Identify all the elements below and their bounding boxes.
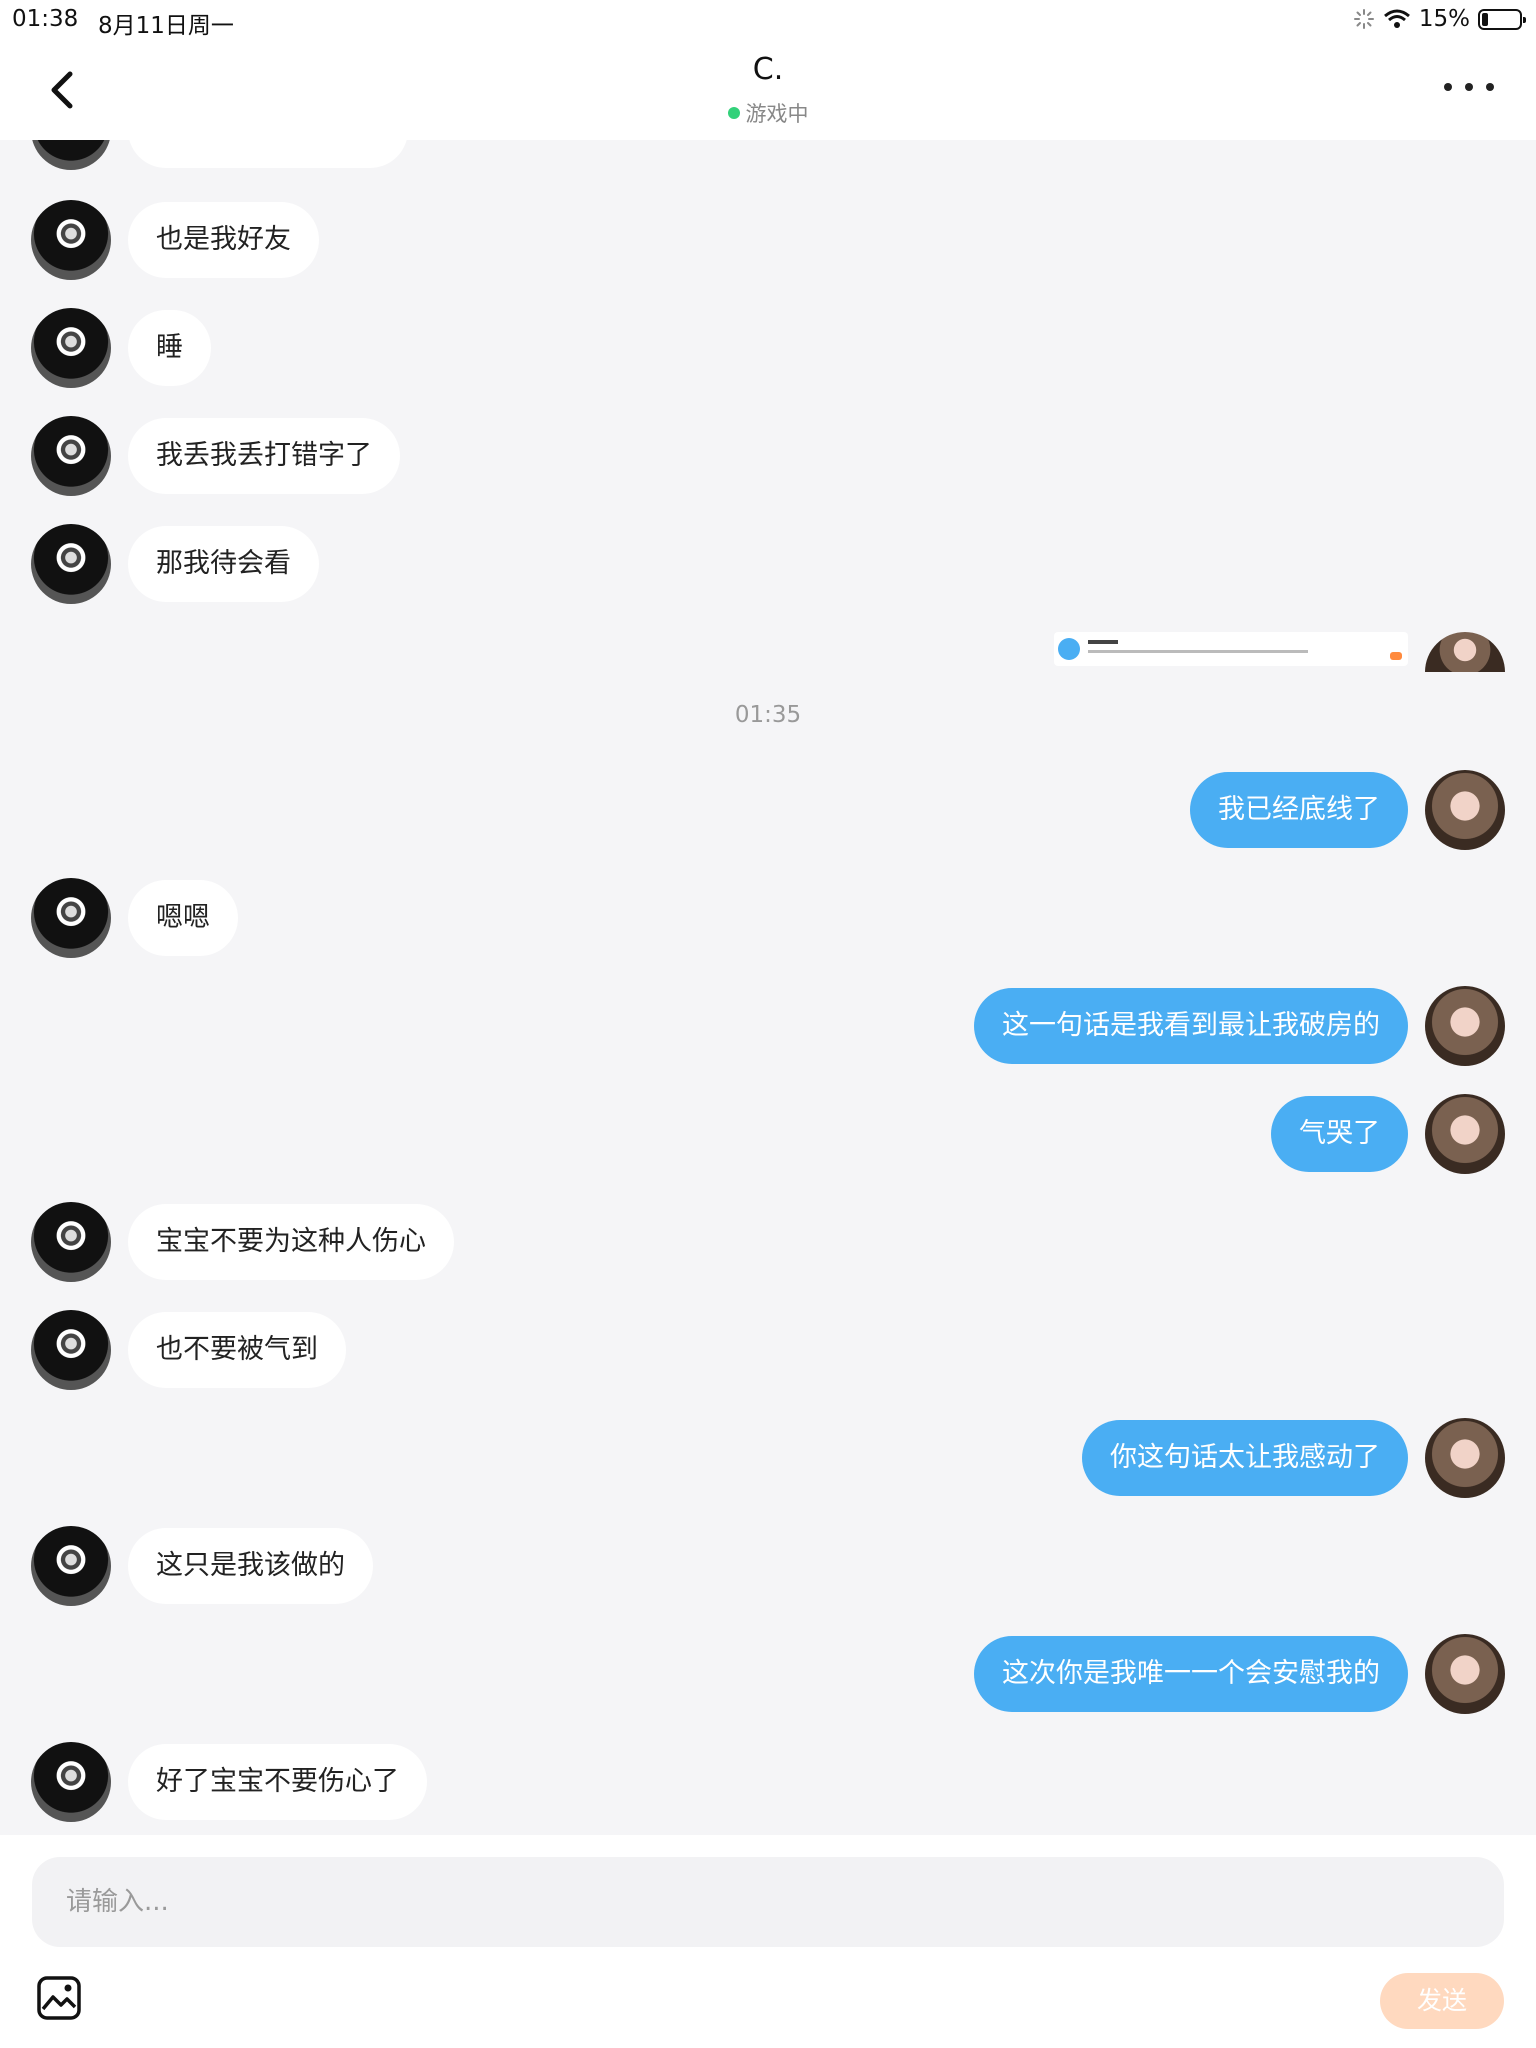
message-row-outgoing: 你这句话太让我感动了 xyxy=(0,1418,1536,1498)
message-bubble[interactable]: 这次你是我唯一一个会安慰我的 xyxy=(974,1636,1408,1712)
message-row-outgoing xyxy=(0,632,1536,672)
message-row-outgoing: 这次你是我唯一一个会安慰我的 xyxy=(0,1634,1536,1714)
message-bubble[interactable]: 我丢我丢打错字了 xyxy=(128,418,400,494)
contact-avatar[interactable] xyxy=(31,1526,111,1606)
message-bubble[interactable]: 也是我好友 xyxy=(128,202,319,278)
battery-icon xyxy=(1478,8,1526,30)
message-timestamp: 01:35 xyxy=(734,702,802,728)
message-bubble[interactable]: 这一句话是我看到最让我破房的 xyxy=(974,988,1408,1064)
image-icon xyxy=(37,1976,81,2020)
message-row-outgoing: 我已经底线了 xyxy=(0,770,1536,850)
chat-title: C. xyxy=(752,52,784,87)
self-avatar[interactable] xyxy=(1425,1418,1505,1498)
more-dot-icon xyxy=(1465,83,1473,91)
message-bubble[interactable]: 这只是我该做的 xyxy=(128,1528,373,1604)
message-row-incoming: 这只是我该做的 xyxy=(0,1526,1536,1606)
message-bubble[interactable]: 宝宝不要为这种人伤心 xyxy=(128,1204,454,1280)
presence-status: 游戏中 xyxy=(0,98,1536,128)
image-button[interactable] xyxy=(36,1975,82,2021)
message-row-incoming: 我丢我丢打错字了 xyxy=(0,416,1536,496)
more-dot-icon xyxy=(1486,83,1494,91)
status-bar: 01:38 8月11日周一 15% xyxy=(0,0,1536,40)
online-dot-icon xyxy=(727,107,740,119)
contact-avatar[interactable] xyxy=(31,308,111,388)
message-row-incoming: 那我待会看 xyxy=(0,524,1536,604)
presence-label: 游戏中 xyxy=(745,102,809,126)
contact-avatar[interactable] xyxy=(31,200,111,280)
contact-avatar[interactable] xyxy=(31,1742,111,1822)
image-line xyxy=(1088,640,1118,644)
message-bubble[interactable]: 睡 xyxy=(128,310,211,386)
status-date: 8月11日周一 xyxy=(98,13,234,39)
message-bubble[interactable]: 气哭了 xyxy=(1271,1096,1408,1172)
contact-avatar[interactable] xyxy=(31,524,111,604)
status-time: 01:38 xyxy=(12,6,79,32)
message-bubble[interactable]: 好了宝宝不要伤心了 xyxy=(128,1744,427,1820)
more-button[interactable] xyxy=(1444,72,1494,102)
app-logo-icon xyxy=(1058,638,1080,660)
composer-bar: 请输入... 发送 xyxy=(0,1835,1536,2048)
message-row-outgoing: 这一句话是我看到最让我破房的 xyxy=(0,986,1536,1066)
message-row-incoming: 嗯嗯 xyxy=(0,878,1536,958)
send-button[interactable]: 发送 xyxy=(1380,1973,1504,2029)
message-bubble[interactable]: 也不要被气到 xyxy=(128,1312,346,1388)
contact-avatar[interactable] xyxy=(31,140,111,170)
message-bubble[interactable] xyxy=(128,140,408,168)
contact-avatar[interactable] xyxy=(31,878,111,958)
contact-avatar[interactable] xyxy=(31,416,111,496)
message-row-incoming: 也不要被气到 xyxy=(0,1310,1536,1390)
message-row-outgoing: 气哭了 xyxy=(0,1094,1536,1174)
status-indicators: 15% xyxy=(1353,6,1526,32)
self-avatar[interactable] xyxy=(1425,1634,1505,1714)
message-input[interactable]: 请输入... xyxy=(32,1857,1504,1947)
message-list[interactable]: 也是我好友 睡 我丢我丢打错字了 那我待会看 01:35 我已经底线了 嗯嗯 这… xyxy=(0,140,1536,1835)
message-bubble[interactable]: 我已经底线了 xyxy=(1190,772,1408,848)
contact-avatar[interactable] xyxy=(31,1202,111,1282)
loading-spinner-icon xyxy=(1353,9,1374,29)
self-avatar[interactable] xyxy=(1425,632,1505,672)
message-row-incoming xyxy=(0,140,1536,170)
message-row-incoming: 睡 xyxy=(0,308,1536,388)
wifi-icon xyxy=(1383,9,1410,28)
message-row-incoming: 好了宝宝不要伤心了 xyxy=(0,1742,1536,1822)
self-avatar[interactable] xyxy=(1425,986,1505,1066)
chat-header: C. 游戏中 xyxy=(0,40,1536,140)
self-avatar[interactable] xyxy=(1425,1094,1505,1174)
image-badge xyxy=(1390,652,1402,660)
message-bubble[interactable]: 你这句话太让我感动了 xyxy=(1082,1420,1408,1496)
self-avatar[interactable] xyxy=(1425,770,1505,850)
more-dot-icon xyxy=(1444,83,1452,91)
battery-percent: 15% xyxy=(1418,6,1470,32)
image-message[interactable] xyxy=(1054,632,1408,666)
message-row-incoming: 宝宝不要为这种人伤心 xyxy=(0,1202,1536,1282)
image-line xyxy=(1088,650,1308,653)
message-bubble[interactable]: 嗯嗯 xyxy=(128,880,238,956)
contact-avatar[interactable] xyxy=(31,1310,111,1390)
message-bubble[interactable]: 那我待会看 xyxy=(128,526,319,602)
message-row-incoming: 也是我好友 xyxy=(0,200,1536,280)
